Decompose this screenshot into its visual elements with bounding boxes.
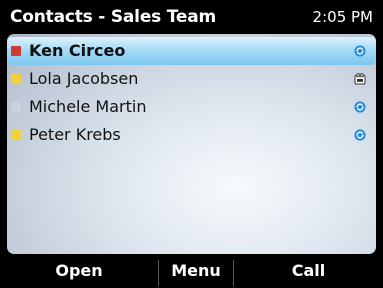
softkey-bar: Open Menu Call <box>0 254 383 286</box>
contact-row-ken-circeo[interactable]: Ken Circeo <box>7 37 376 65</box>
call-button[interactable]: Call <box>234 254 383 286</box>
contact-row-lola-jacobsen[interactable]: Lola Jacobsen <box>7 65 376 93</box>
sync-icon <box>354 45 366 57</box>
contact-row-peter-krebs[interactable]: Peter Krebs <box>7 121 376 149</box>
clock: 2:05 PM <box>312 8 373 26</box>
sync-icon <box>354 101 366 113</box>
sync-icon <box>354 129 366 141</box>
category-flag-icon <box>11 130 21 140</box>
menu-button[interactable]: Menu <box>159 254 233 286</box>
contact-name: Ken Circeo <box>29 41 126 60</box>
contact-name: Peter Krebs <box>29 125 121 144</box>
open-button[interactable]: Open <box>0 254 158 286</box>
contact-name: Michele Martin <box>29 97 147 116</box>
contact-row-michele-martin[interactable]: Michele Martin <box>7 93 376 121</box>
contact-list: Ken Circeo Lola Jacobsen Michele Martin <box>7 34 376 254</box>
page-title: Contacts - Sales Team <box>10 7 217 27</box>
category-flag-icon <box>11 74 21 84</box>
title-bar: Contacts - Sales Team 2:05 PM <box>0 0 383 34</box>
category-flag-icon <box>11 102 21 112</box>
contact-name: Lola Jacobsen <box>29 69 139 88</box>
category-flag-icon <box>11 46 21 56</box>
phone-book-icon <box>354 73 366 85</box>
